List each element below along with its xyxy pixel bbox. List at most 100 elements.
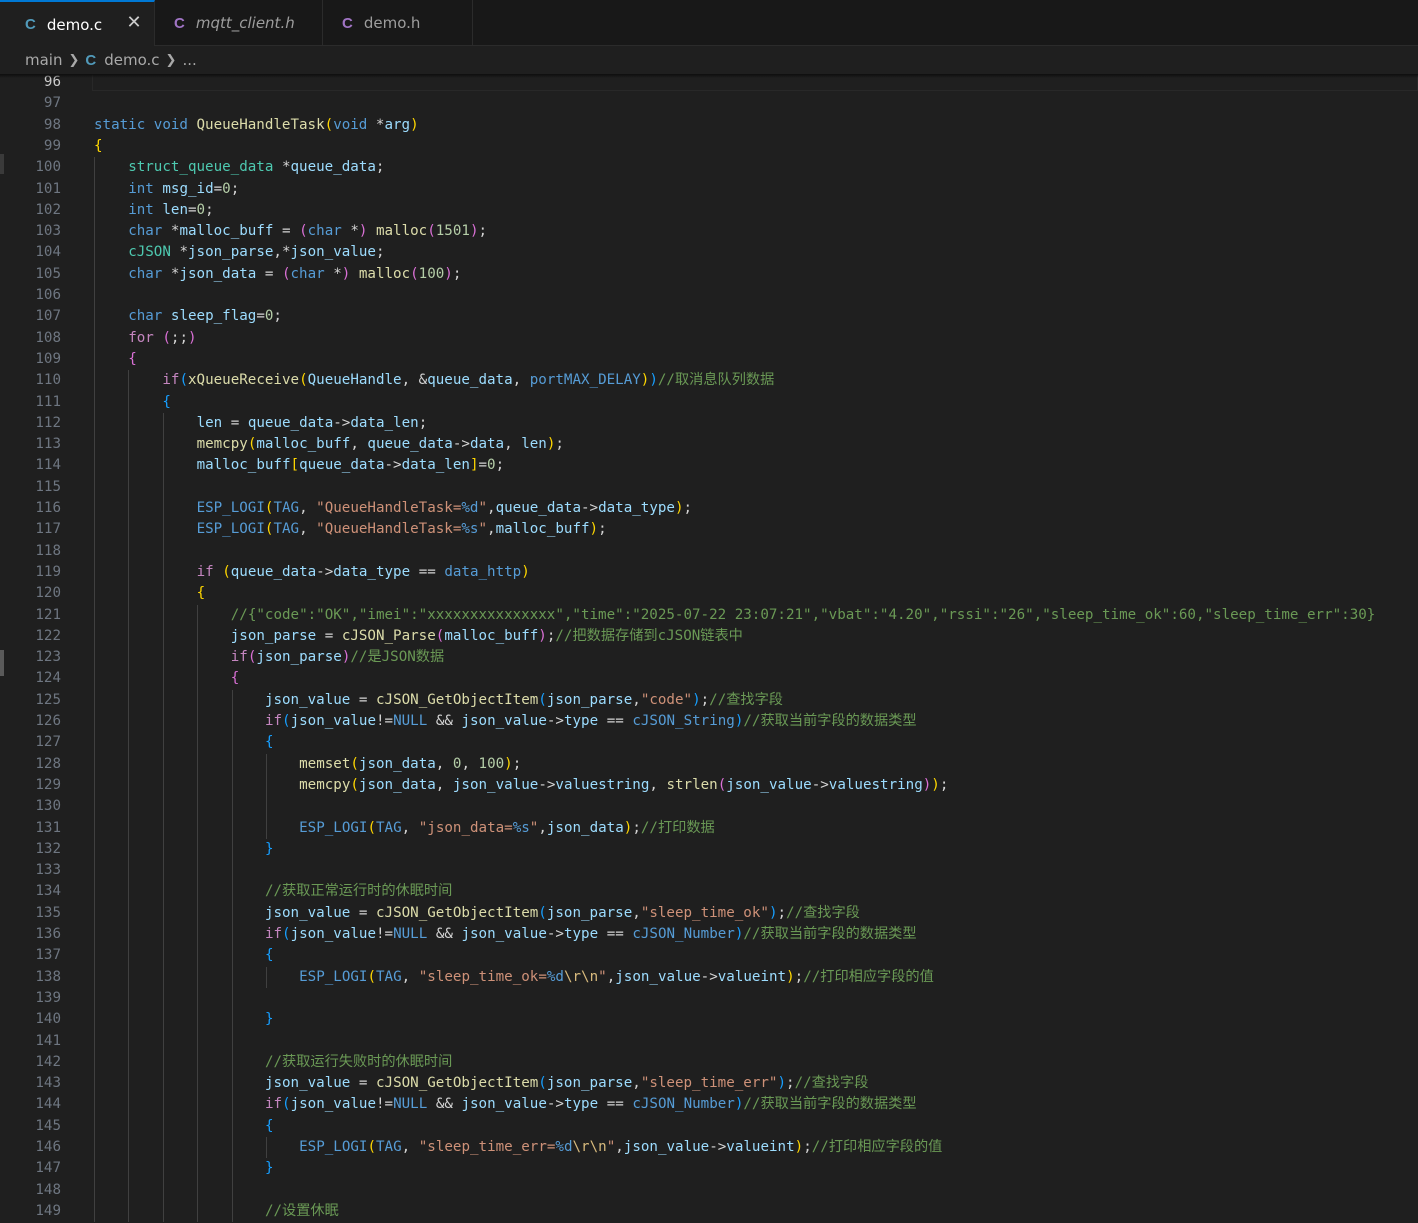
code-text: ESP_LOGI(TAG, "QueueHandleTask=%d",queue… (196, 500, 693, 516)
code-line[interactable]: 129 memcpy(json_data, json_value->values… (0, 775, 1418, 796)
code-line[interactable]: 107 char sleep_flag=0; (0, 306, 1418, 327)
editor-tab-bar: C demo.c ✕ C mqtt_client.h C demo.h (0, 0, 1418, 47)
code-line[interactable]: 144 if(json_value!=NULL && json_value->t… (0, 1094, 1418, 1115)
line-number: 100 (35, 159, 61, 176)
code-line[interactable]: 115 (0, 477, 1418, 498)
code-text: char *json_data = (char *) malloc(100); (128, 265, 462, 282)
code-line[interactable]: 113 memcpy(malloc_buff, queue_data->data… (0, 434, 1418, 455)
code-line[interactable]: 134 //获取正常运行时的休眠时间 (0, 881, 1418, 902)
code-line[interactable]: 136 if(json_value!=NULL && json_value->t… (0, 924, 1418, 945)
code-line[interactable]: 103 char *malloc_buff = (char *) malloc(… (0, 221, 1418, 242)
line-number: 142 (35, 1053, 61, 1070)
code-line[interactable]: 98 static void QueueHandleTask(void *arg) (0, 115, 1418, 136)
code-line[interactable]: 135 json_value = cJSON_GetObjectItem(jso… (0, 903, 1418, 924)
code-line[interactable]: 139 (0, 988, 1418, 1009)
code-line[interactable]: 127 { (0, 732, 1418, 753)
tab-demo-h[interactable]: C demo.h (323, 0, 473, 46)
code-line[interactable]: 106 (0, 285, 1418, 306)
code-line[interactable]: 133 (0, 860, 1418, 881)
code-line[interactable]: 101 int msg_id=0; (0, 179, 1418, 200)
code-line[interactable]: 108 for (;;) (0, 328, 1418, 349)
breadcrumb-symbol[interactable]: ... (182, 51, 196, 69)
code-line[interactable]: 121 //{"code":"OK","imei":"xxxxxxxxxxxxx… (0, 605, 1418, 626)
code-line[interactable]: 112 len = queue_data->data_len; (0, 413, 1418, 434)
code-line[interactable]: 118 (0, 541, 1418, 562)
line-number: 147 (35, 1160, 61, 1177)
code-line[interactable]: 104 cJSON *json_parse,*json_value; (0, 242, 1418, 263)
code-line[interactable]: 109 { (0, 349, 1418, 370)
line-number: 148 (35, 1181, 61, 1198)
code-line[interactable]: 123 if(json_parse)//是JSON数据 (0, 647, 1418, 668)
code-line[interactable]: 105 char *json_data = (char *) malloc(10… (0, 264, 1418, 285)
code-line[interactable]: 111 { (0, 392, 1418, 413)
code-line[interactable]: 145 { (0, 1116, 1418, 1137)
code-line[interactable]: 124 { (0, 668, 1418, 689)
code-text: //获取正常运行时的休眠时间 (264, 883, 453, 900)
line-number: 120 (35, 585, 61, 602)
code-line[interactable]: 143 json_value = cJSON_GetObjectItem(jso… (0, 1073, 1418, 1094)
line-number: 123 (35, 649, 61, 666)
code-line[interactable]: 132 } (0, 839, 1418, 860)
line-number: 119 (35, 563, 61, 580)
code-line[interactable]: 120 { (0, 583, 1418, 604)
code-line[interactable]: 99 { (0, 136, 1418, 157)
code-line[interactable]: 148 (0, 1180, 1418, 1201)
tab-demo-c[interactable]: C demo.c ✕ (0, 0, 155, 47)
code-text: //设置休眠 (264, 1202, 339, 1219)
code-line[interactable]: 119 if (queue_data->data_type == data_ht… (0, 562, 1418, 583)
code-line[interactable]: 140 } (0, 1009, 1418, 1030)
code-line[interactable]: 117 ESP_LOGI(TAG, "QueueHandleTask=%s",m… (0, 519, 1418, 540)
code-text: if(json_parse)//是JSON数据 (230, 649, 445, 666)
code-text: if (queue_data->data_type == data_http) (196, 563, 530, 580)
code-line[interactable]: 126 if(json_value!=NULL && json_value->t… (0, 711, 1418, 732)
code-line[interactable]: 146 ESP_LOGI(TAG, "sleep_time_err=%d\r\n… (0, 1137, 1418, 1158)
code-editor[interactable]: 96 97 98 static void QueueHandleTask(void *… (0, 74, 1418, 1223)
code-line[interactable]: 102 int len=0; (0, 200, 1418, 221)
line-number: 144 (35, 1096, 61, 1113)
line-number: 133 (35, 862, 61, 879)
line-number: 126 (35, 713, 61, 729)
code-line[interactable]: 130 (0, 796, 1418, 817)
code-line[interactable]: 142 //获取运行失败时的休眠时间 (0, 1052, 1418, 1073)
code-text: memcpy(malloc_buff, queue_data->data, le… (196, 436, 564, 453)
breadcrumb-file[interactable]: demo.c (104, 51, 159, 69)
line-number: 111 (35, 393, 61, 410)
line-number: 106 (35, 287, 61, 303)
code-text: malloc_buff[queue_data->data_len]=0; (196, 457, 505, 474)
code-line[interactable]: 116 ESP_LOGI(TAG, "QueueHandleTask=%d",q… (0, 498, 1418, 519)
code-text: { (128, 350, 137, 367)
tab-label: demo.h (363, 14, 421, 32)
code-line[interactable]: 125 json_value = cJSON_GetObjectItem(jso… (0, 690, 1418, 711)
code-line[interactable]: 97 (0, 93, 1418, 114)
line-number: 108 (35, 329, 61, 346)
chevron-right-icon: ❯ (68, 52, 80, 68)
code-line[interactable]: 110 if(xQueueReceive(QueueHandle, &queue… (0, 370, 1418, 391)
code-text: for (;;) (128, 329, 197, 346)
c-file-icon: C (25, 16, 36, 33)
line-number: 135 (35, 904, 61, 921)
code-line[interactable]: 149 //设置休眠 (0, 1201, 1418, 1222)
code-text: { (94, 137, 103, 154)
code-text: if(json_value!=NULL && json_value->type … (264, 926, 917, 942)
tab-mqtt-client-h[interactable]: C mqtt_client.h (155, 0, 323, 46)
code-line[interactable]: 128 memset(json_data, 0, 100); (0, 754, 1418, 775)
close-icon[interactable]: ✕ (124, 13, 144, 33)
line-number: 139 (35, 989, 61, 1006)
code-line[interactable]: 138 ESP_LOGI(TAG, "sleep_time_ok=%d\r\n"… (0, 967, 1418, 988)
code-line[interactable]: 131 ESP_LOGI(TAG, "json_data=%s",json_da… (0, 818, 1418, 839)
line-number: 121 (35, 606, 61, 623)
code-line[interactable]: 137 { (0, 945, 1418, 966)
breadcrumb-folder[interactable]: main (25, 51, 62, 69)
code-line[interactable]: 147 } (0, 1158, 1418, 1179)
line-number: 145 (35, 1117, 61, 1134)
code-line[interactable]: 100 struct_queue_data *queue_data; (0, 157, 1418, 178)
code-line[interactable]: 141 (0, 1031, 1418, 1052)
code-text: json_value = cJSON_GetObjectItem(json_pa… (264, 904, 860, 921)
code-text: //获取运行失败时的休眠时间 (264, 1053, 453, 1070)
code-text: if(xQueueReceive(QueueHandle, &queue_dat… (162, 372, 775, 389)
code-line[interactable]: 122 json_parse = cJSON_Parse(malloc_buff… (0, 626, 1418, 647)
line-number: 105 (35, 265, 61, 282)
code-text: ESP_LOGI(TAG, "QueueHandleTask=%s",mallo… (196, 521, 607, 538)
line-number: 110 (35, 372, 61, 389)
code-line[interactable]: 114 malloc_buff[queue_data->data_len]=0; (0, 455, 1418, 476)
